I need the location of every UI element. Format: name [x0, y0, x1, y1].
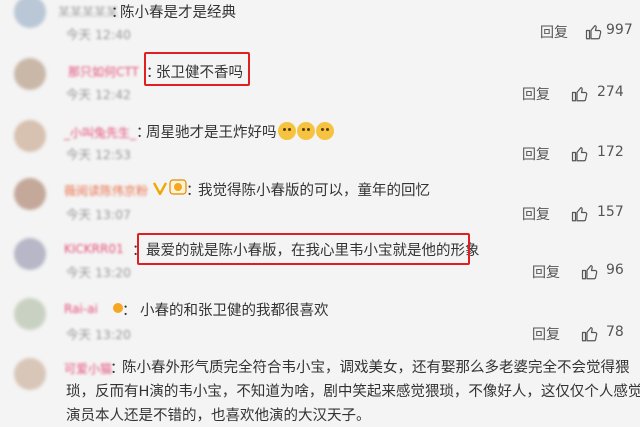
thumbs-up-icon [571, 207, 588, 222]
comment-text: 陈小春是才是经典 [120, 5, 236, 21]
comment-separator: ： [122, 303, 137, 319]
avatar[interactable] [14, 0, 46, 28]
reply-button[interactable]: 回复 [522, 84, 550, 104]
thumbs-up-icon [581, 327, 598, 342]
like-count: 78 [606, 324, 624, 340]
thumbs-up-icon [585, 25, 602, 40]
username[interactable]: Rai-ai [64, 302, 98, 316]
comment-text: 我觉得陈小春版的可以，童年的回忆 [198, 183, 430, 199]
like-button[interactable] [571, 144, 589, 164]
username[interactable]: 可爱小猫 [64, 360, 112, 377]
comment-feed: 某某某某某 ： 陈小春是才是经典 今天 12:40 回复 997 那只如何CTT… [0, 0, 640, 427]
highlight-box [144, 52, 250, 86]
comment-text: 小春的和张卫健的我都很喜欢 [140, 303, 329, 319]
like-count: 997 [606, 22, 633, 38]
thumbs-up-icon [571, 87, 588, 102]
verified-badge-icon [152, 180, 168, 199]
like-count: 172 [597, 144, 624, 160]
comment-text-line: 演员本人还是不错的，也喜欢他演的大汉天子。 [66, 408, 371, 424]
highlight-box [137, 233, 470, 265]
thumbs-up-icon [571, 147, 588, 162]
like-button[interactable] [581, 324, 599, 344]
doge-emoji-icon [277, 122, 296, 140]
avatar[interactable] [14, 358, 46, 390]
like-count: 157 [597, 204, 624, 220]
avatar[interactable] [14, 120, 46, 152]
timestamp: 今天 13:07 [66, 207, 131, 222]
reply-button[interactable]: 回复 [522, 144, 550, 164]
doge-emoji-icon [315, 122, 334, 140]
username[interactable]: 那只如何CTT [68, 63, 139, 80]
timestamp: 今天 12:42 [66, 87, 131, 102]
like-button[interactable] [571, 84, 589, 104]
username[interactable]: 某某某某某 [58, 3, 118, 20]
like-button[interactable] [585, 22, 603, 42]
avatar[interactable] [14, 178, 46, 210]
timestamp: 今天 12:40 [66, 27, 131, 42]
reply-button[interactable]: 回复 [532, 262, 560, 282]
like-button[interactable] [571, 204, 589, 224]
reply-button[interactable]: 回复 [540, 22, 568, 42]
timestamp: 今天 13:20 [66, 327, 131, 342]
like-button[interactable] [581, 262, 599, 282]
comment-text: 周星驰才是王炸好吗 [146, 121, 334, 142]
username[interactable]: 薇阅读陈伟京粉 [64, 182, 148, 199]
member-badge-icon [169, 179, 187, 199]
avatar[interactable] [14, 58, 46, 90]
comment-text-line: 琐，反而有H演的韦小宝，不知道为啥，剧中笑起来感觉猥琐，不像好人，这仅仅个人感觉… [66, 384, 640, 400]
username[interactable]: KICKRR01 [64, 242, 124, 256]
timestamp: 今天 13:20 [66, 265, 131, 280]
comment-text-line: 陈小春外形气质完全符合韦小宝，调戏美女，还有娶那么多老婆完全不会觉得猥 [122, 360, 630, 376]
comment-text: 陈小春外形气质完全符合韦小宝，调戏美女，还有娶那么多老婆完全不会觉得猥 琐，反而… [66, 356, 640, 427]
like-count: 274 [597, 84, 624, 100]
thumbs-up-icon [581, 265, 598, 280]
timestamp: 今天 12:53 [66, 147, 131, 162]
avatar[interactable] [14, 238, 46, 270]
reply-button[interactable]: 回复 [522, 204, 550, 224]
reply-button[interactable]: 回复 [532, 324, 560, 344]
like-count: 96 [606, 262, 624, 278]
doge-emoji-icon [296, 122, 315, 140]
username[interactable]: _小叫兔先生_ [64, 124, 136, 141]
avatar[interactable] [14, 298, 46, 330]
